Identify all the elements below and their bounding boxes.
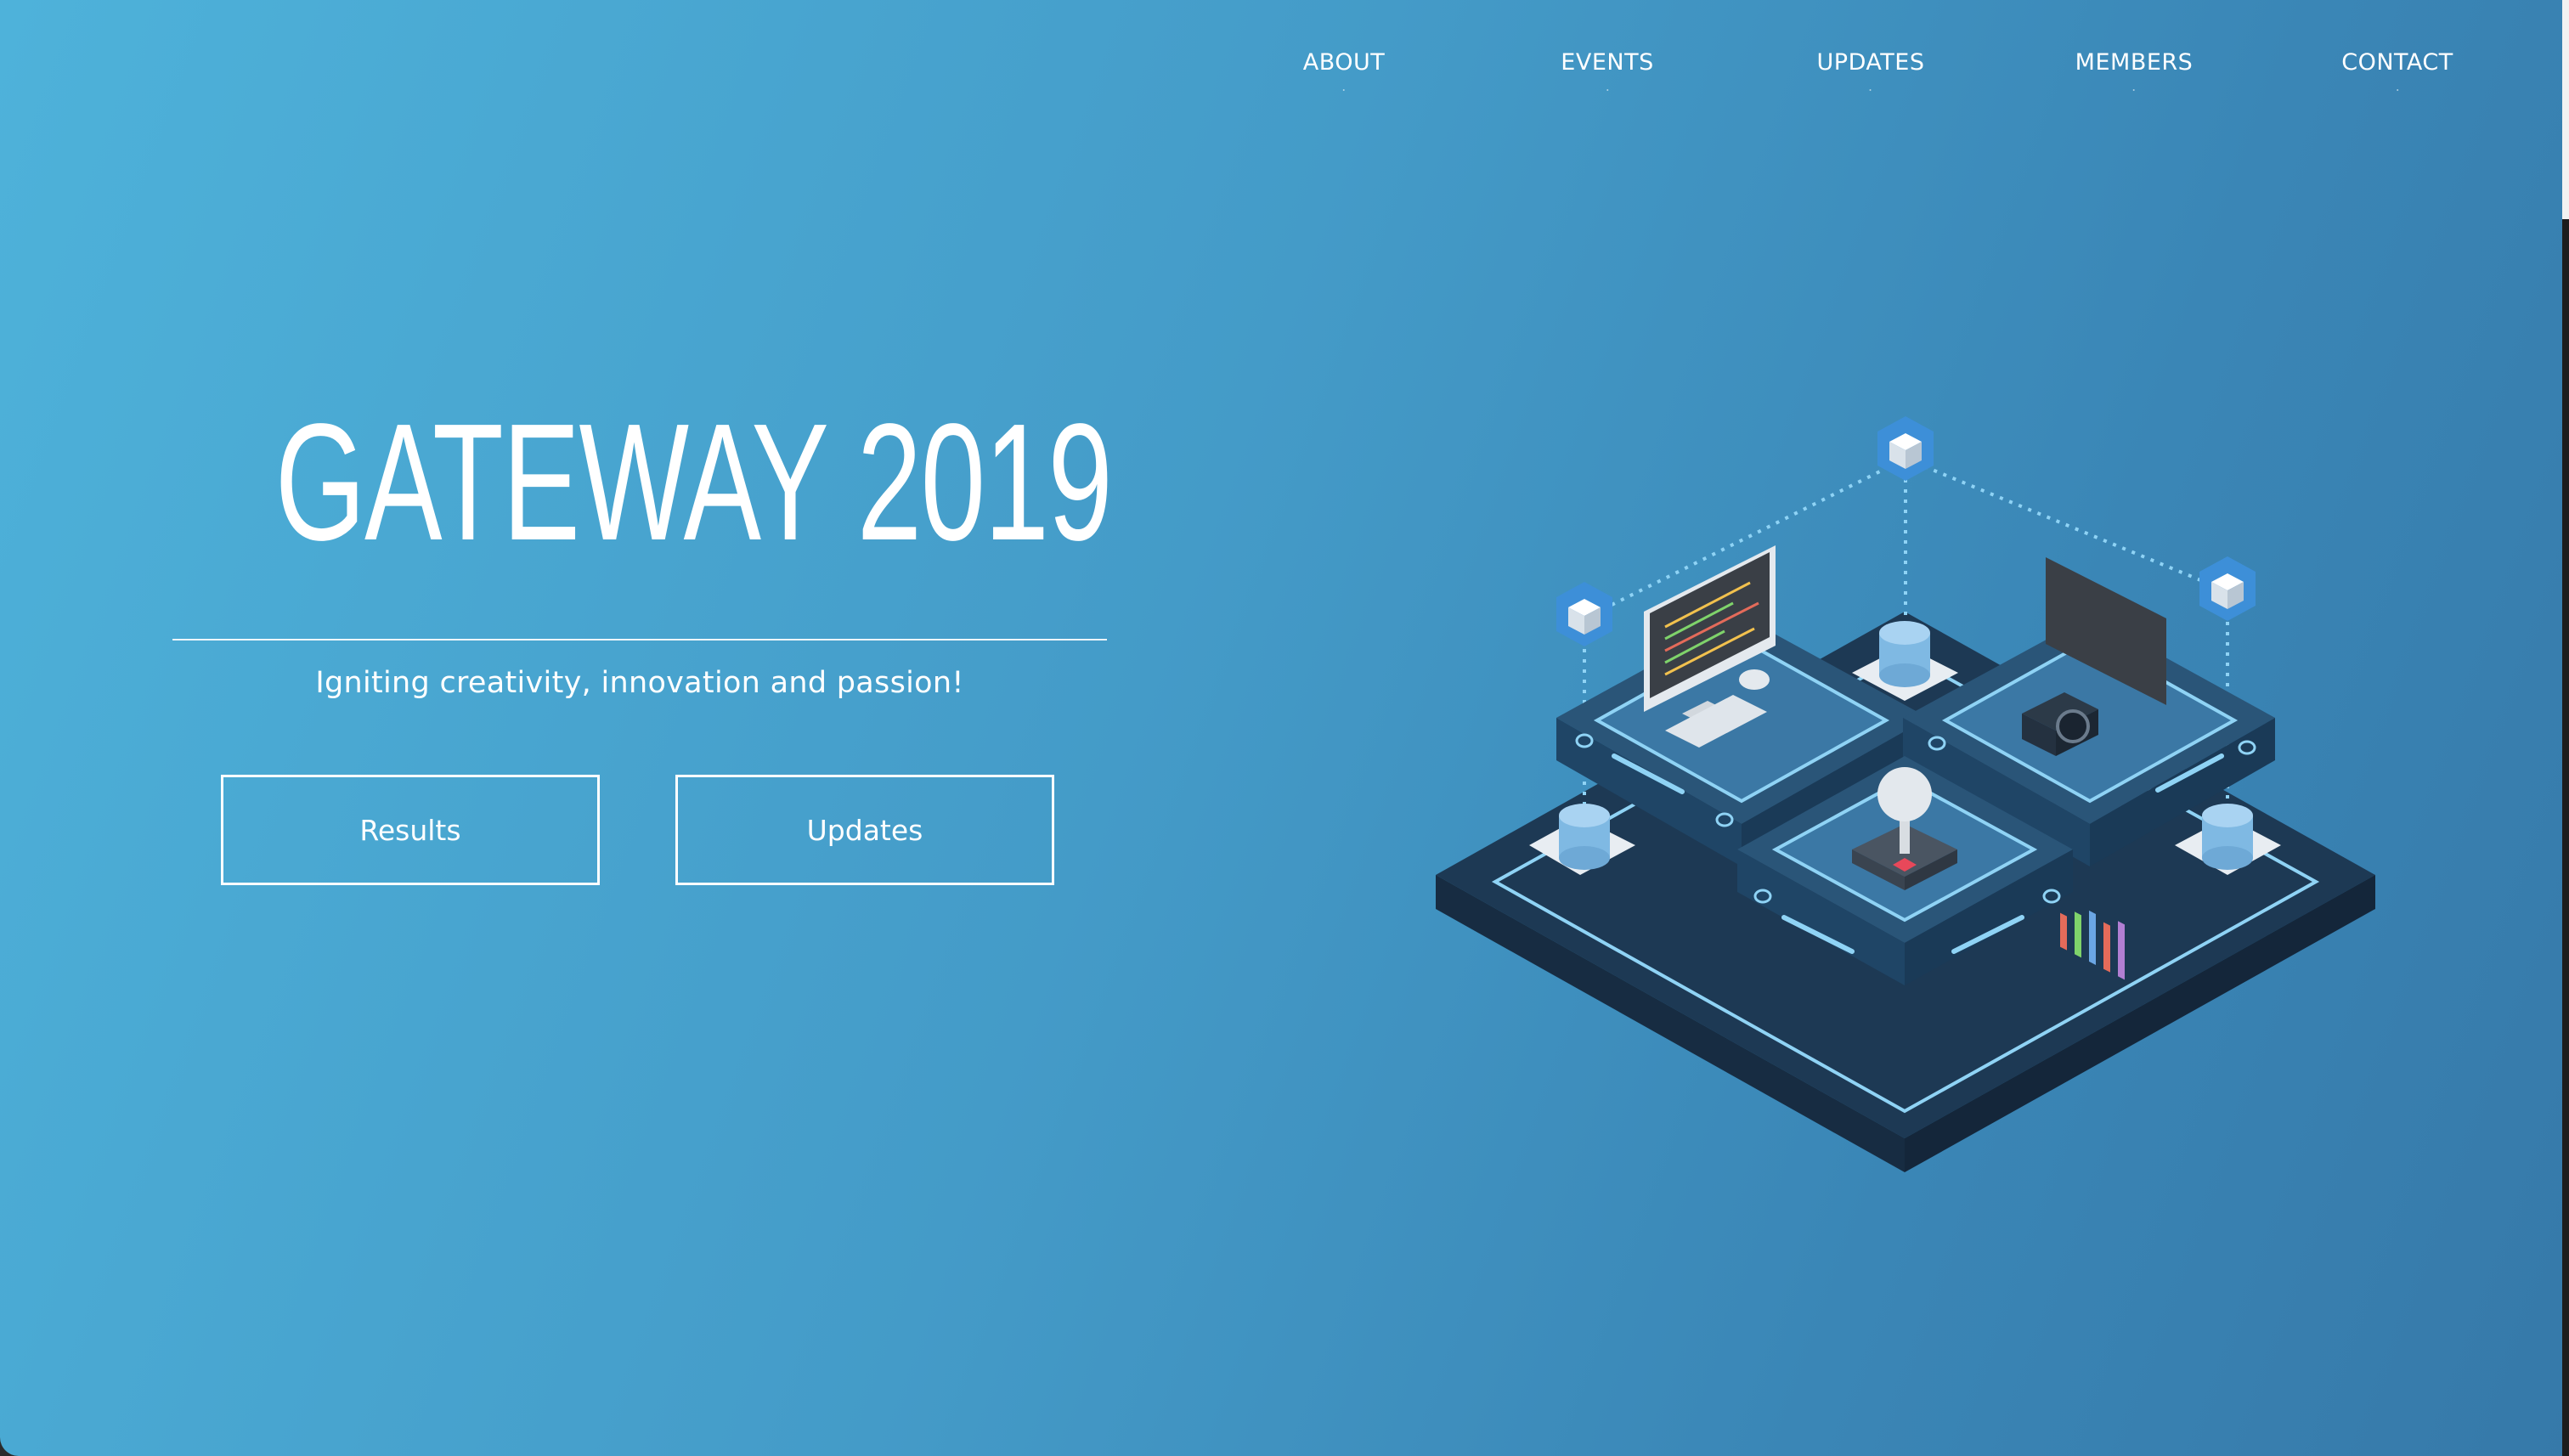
nav-item-members[interactable]: MEMBERS bbox=[2075, 49, 2194, 91]
scrollbar-thumb[interactable] bbox=[2562, 0, 2569, 219]
nav-item-updates[interactable]: UPDATES bbox=[1817, 49, 1925, 91]
nav-item-events[interactable]: EVENTS bbox=[1561, 49, 1653, 91]
results-button-label: Results bbox=[359, 813, 461, 847]
top-navigation: ABOUT EVENTS UPDATES MEMBERS CONTACT bbox=[0, 49, 2569, 109]
hero-tagline: Igniting creativity, innovation and pass… bbox=[315, 666, 964, 700]
nav-item-label: MEMBERS bbox=[2075, 49, 2194, 76]
isometric-tech-platform-icon bbox=[1436, 416, 2375, 1172]
nav-indicator-dot bbox=[1870, 89, 1872, 91]
nav-item-about[interactable]: ABOUT bbox=[1303, 49, 1386, 91]
nav-indicator-dot bbox=[2132, 89, 2135, 91]
nav-indicator-dot bbox=[1606, 89, 1608, 91]
nav-item-label: ABOUT bbox=[1302, 49, 1386, 76]
nav-item-label: EVENTS bbox=[1561, 49, 1654, 76]
nav-item-label: UPDATES bbox=[1816, 49, 1925, 76]
results-button[interactable]: Results bbox=[221, 775, 600, 885]
updates-button-label: Updates bbox=[806, 813, 923, 847]
landing-page: ABOUT EVENTS UPDATES MEMBERS CONTACT GAT… bbox=[0, 0, 2569, 1456]
updates-button[interactable]: Updates bbox=[675, 775, 1054, 885]
hero-divider bbox=[172, 639, 1107, 641]
nav-indicator-dot bbox=[1343, 89, 1345, 91]
nav-item-contact[interactable]: CONTACT bbox=[2341, 49, 2453, 91]
hero-title: GATEWAY 2019 bbox=[274, 389, 1113, 575]
nav-item-label: CONTACT bbox=[2341, 49, 2453, 76]
nav-indicator-dot bbox=[2396, 89, 2398, 91]
scrollbar-track[interactable] bbox=[2562, 0, 2569, 1456]
